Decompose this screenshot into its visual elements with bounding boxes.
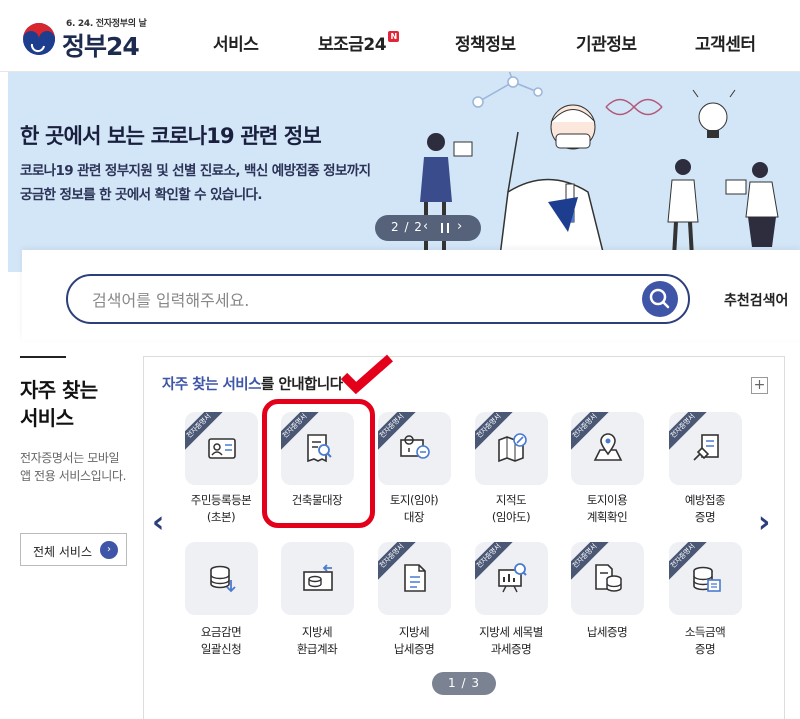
service-label[interactable]: 주민등록등본 (초본)	[173, 492, 269, 526]
section-divider	[20, 356, 66, 358]
search-button[interactable]	[642, 281, 678, 317]
banner-next-icon[interactable]: ›	[457, 219, 462, 234]
chevron-left-icon[interactable]: ‹	[152, 505, 164, 540]
service-tile[interactable]	[281, 542, 354, 615]
service-tile[interactable]: 전자증명서	[475, 542, 548, 615]
service-tile[interactable]: 전자증명서	[571, 542, 644, 615]
section-description: 전자증명서는 모바일 앱 전용 서비스입니다.	[20, 451, 127, 483]
service-tile[interactable]: 전자증명서	[669, 542, 742, 615]
service-label[interactable]: 지적도 (임야도)	[463, 492, 559, 526]
service-tile[interactable]: 전자증명서	[185, 412, 258, 485]
nav-service[interactable]: 서비스	[213, 30, 259, 55]
banner-prev-icon[interactable]: ‹	[423, 219, 428, 234]
coins-icon	[210, 565, 236, 593]
tax-coins-icon	[595, 564, 622, 592]
all-services-label: 전체 서비스	[33, 545, 93, 559]
banner-description: 코로나19 관련 정부지원 및 선별 진료소, 백신 예방접종 정보까지 궁금한…	[20, 163, 371, 203]
banner-pager: 2 / 2 ‹ ›	[375, 215, 481, 241]
nav-policy[interactable]: 정책정보	[455, 30, 516, 55]
service-label[interactable]: 요금감면 일괄신청	[173, 624, 269, 658]
main-banner[interactable]: 한 곳에서 보는 코로나19 관련 정보 코로나19 관련 정부지원 및 선별 …	[8, 72, 800, 272]
land-map-icon	[400, 435, 430, 459]
service-label[interactable]: 납세증명	[559, 624, 655, 641]
header: 6. 24. 전자정부의 날 정부24 서비스 보조금24 N 정책정보 기관정보…	[0, 0, 800, 72]
service-tile[interactable]: 전자증명서	[378, 412, 451, 485]
section-title: 자주 찾는 서비스	[20, 378, 98, 430]
checkmark-icon	[340, 354, 393, 394]
tax-doc-icon	[404, 564, 426, 592]
service-page-indicator: 1 / 3	[432, 672, 496, 695]
new-badge: N	[388, 31, 400, 42]
map-compass-icon	[498, 433, 527, 463]
chevron-right-icon: ›	[100, 541, 118, 559]
search-box	[66, 274, 690, 324]
recommended-keywords-label[interactable]: 추천검색어	[724, 290, 788, 310]
banner-title: 한 곳에서 보는 코로나19 관련 정보	[20, 124, 322, 148]
nav-support[interactable]: 고객센터	[695, 30, 756, 55]
service-label[interactable]: 토지이용 계획확인	[559, 492, 655, 526]
service-label[interactable]: 소득금액 증명	[657, 624, 753, 658]
page: 6. 24. 전자정부의 날 정부24 서비스 보조금24 N 정책정보 기관정보…	[0, 0, 800, 719]
syringe-doc-icon	[693, 434, 719, 461]
service-label[interactable]: 지방세 세목별 과세증명	[463, 624, 559, 658]
banner-pause-icon[interactable]	[441, 223, 449, 233]
taegeuk-logo-icon	[23, 23, 55, 55]
service-label[interactable]: 예방접종 증명	[657, 492, 753, 526]
search-icon	[649, 288, 670, 309]
services-heading: 자주 찾는 서비스를 안내합니다	[162, 377, 343, 393]
income-coins-icon	[693, 566, 721, 592]
site-logo[interactable]: 6. 24. 전자정부의 날 정부24	[22, 14, 162, 61]
highlight-box	[262, 399, 375, 528]
chart-search-icon	[498, 563, 527, 593]
search-input[interactable]	[92, 288, 632, 312]
service-tile[interactable]: 전자증명서	[571, 412, 644, 485]
nav-subsidy[interactable]: 보조금24 N	[318, 30, 400, 55]
logo-name: 정부24	[62, 32, 140, 61]
nav-agency[interactable]: 기관정보	[576, 30, 637, 55]
tax-refund-icon	[303, 564, 333, 591]
more-plus-button[interactable]: +	[751, 377, 768, 394]
chevron-right-icon[interactable]: ›	[758, 505, 770, 540]
service-label[interactable]: 지방세 환급계좌	[269, 624, 365, 658]
service-label[interactable]: 지방세 납세증명	[366, 624, 462, 658]
service-tile[interactable]: 전자증명서	[378, 542, 451, 615]
service-label[interactable]: 토지(임야) 대장	[366, 492, 462, 526]
banner-page-indicator: 2 / 2	[391, 220, 423, 234]
service-tile[interactable]: 전자증명서	[669, 412, 742, 485]
service-tile[interactable]: 전자증명서	[475, 412, 548, 485]
service-tile[interactable]	[185, 542, 258, 615]
id-card-icon	[208, 438, 236, 459]
all-services-button[interactable]: 전체 서비스 ›	[20, 533, 127, 566]
map-pin-icon	[593, 433, 623, 461]
frequent-services-panel	[143, 356, 785, 719]
